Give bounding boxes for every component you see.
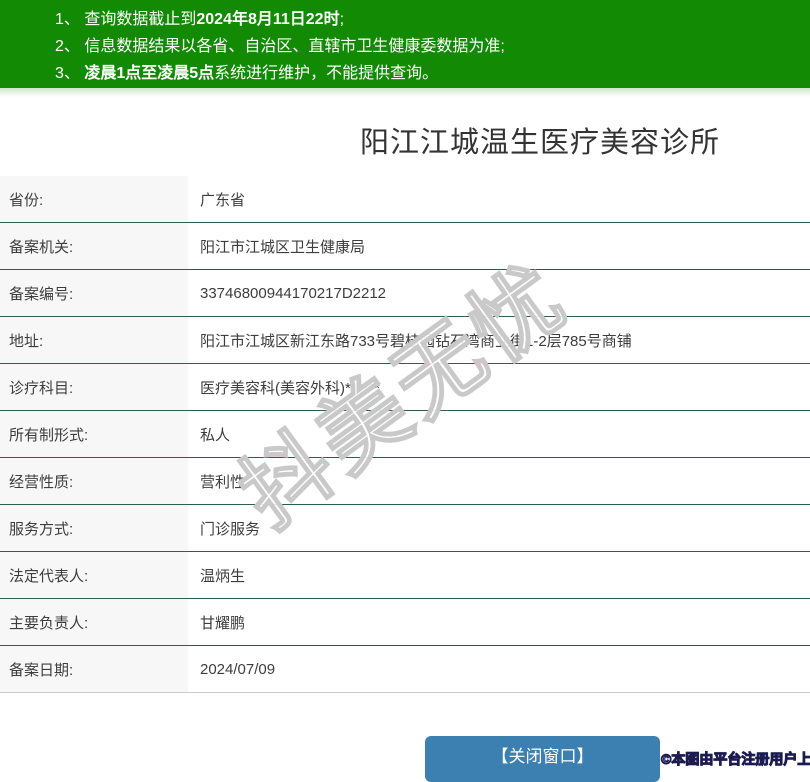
row-label: 经营性质:	[0, 458, 188, 504]
info-table: 省份: 广东省 备案机关: 阳江市江城区卫生健康局 备案编号: 3374680094417…	[0, 176, 810, 693]
notice-banner: 1、 查询数据截止到2024年8月11日22时; 2、 信息数据结果以各省、自治区…	[0, 0, 810, 88]
table-row: 省份: 广东省	[0, 176, 810, 223]
row-label: 法定代表人:	[0, 552, 188, 598]
table-row: 地址: 阳江市江城区新江东路733号碧桂园钻石湾商业街1-2层785号商铺	[0, 317, 810, 364]
table-row: 所有制形式: 私人	[0, 411, 810, 458]
row-value: 医疗美容科(美容外科)******	[200, 379, 381, 397]
table-row: 主要负责人: 甘耀鹏	[0, 599, 810, 646]
close-window-button[interactable]: 【关闭窗口】	[425, 736, 660, 782]
notice-line: 1、 查询数据截止到2024年8月11日22时;	[55, 6, 810, 33]
row-label: 诊疗科目:	[0, 364, 188, 410]
row-label: 省份:	[0, 176, 188, 222]
row-value: 33746800944170217D2212	[200, 284, 387, 302]
row-value: 营利性	[200, 473, 246, 491]
copyright-watermark: ©本图由平台注册用户上传	[660, 751, 810, 768]
notice-banner-fade	[0, 88, 810, 97]
row-label: 主要负责人:	[0, 599, 188, 645]
row-label: 所有制形式:	[0, 411, 188, 457]
notice-line-text: 信息数据结果以各省、自治区、直辖市卫生健康委数据为准;	[84, 38, 505, 55]
notice-line-text: 2024年8月11日22时	[196, 11, 340, 28]
notice-line: 2、 信息数据结果以各省、自治区、直辖市卫生健康委数据为准;	[55, 33, 810, 60]
row-label: 服务方式:	[0, 505, 188, 551]
row-label: 地址:	[0, 317, 188, 363]
page-title: 阳江江城温生医疗美容诊所	[359, 127, 720, 159]
row-label: 备案编号:	[0, 270, 188, 316]
table-row: 服务方式: 门诊服务	[0, 505, 810, 552]
row-value: 阳江市江城区卫生健康局	[200, 238, 366, 256]
notice-line-text: 凌晨1点至凌晨5点	[84, 65, 215, 82]
notice-line: 3、 凌晨1点至凌晨5点系统进行维护，不能提供查询。	[55, 60, 810, 87]
row-value: 2024/07/09	[200, 660, 276, 678]
table-row: 诊疗科目: 医疗美容科(美容外科)******	[0, 364, 810, 411]
table-row: 法定代表人: 温炳生	[0, 552, 810, 599]
notice-line-text: 查询数据截止到	[84, 11, 197, 28]
row-value: 温炳生	[200, 567, 246, 585]
notice-line-text: ;	[339, 11, 345, 28]
row-label: 备案机关:	[0, 223, 188, 269]
row-value: 甘耀鹏	[200, 614, 246, 632]
notice-line-text: 系统进行维护，不能提供查询。	[214, 65, 439, 82]
row-value: 门诊服务	[200, 520, 261, 538]
table-row: 备案机关: 阳江市江城区卫生健康局	[0, 223, 810, 270]
row-value: 阳江市江城区新江东路733号碧桂园钻石湾商业街1-2层785号商铺	[200, 332, 632, 350]
table-row: 备案日期: 2024/07/09	[0, 646, 810, 693]
table-row: 经营性质: 营利性	[0, 458, 810, 505]
table-row: 备案编号: 33746800944170217D2212	[0, 270, 810, 317]
row-label: 备案日期:	[0, 646, 188, 692]
row-value: 私人	[200, 426, 231, 444]
row-value: 广东省	[200, 191, 246, 209]
notice-line-number: 2、	[55, 38, 85, 55]
notice-line-number: 3、	[55, 65, 85, 82]
notice-line-number: 1、	[55, 11, 85, 28]
